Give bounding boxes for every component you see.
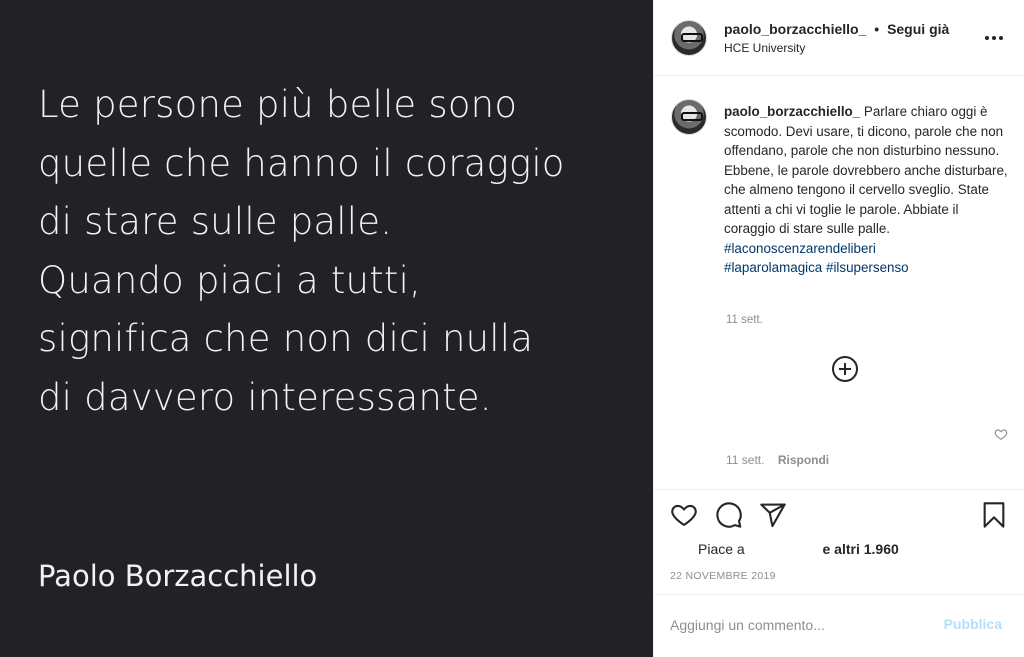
quote-line: significa che non dici nulla bbox=[38, 317, 534, 360]
comment-like-heart-icon[interactable] bbox=[994, 427, 1008, 441]
hashtag-link[interactable]: #ilsupersenso bbox=[826, 260, 909, 275]
caption-text: Parlare chiaro oggi è scomodo. Devi usar… bbox=[724, 104, 1008, 236]
post-date[interactable]: 22 NOVEMBRE 2019 bbox=[670, 570, 776, 582]
post-actions: Piace a e altri 1.960 22 NOVEMBRE 2019 bbox=[654, 489, 1024, 594]
following-button[interactable]: Segui già bbox=[887, 21, 949, 37]
publish-button[interactable]: Pubblica bbox=[944, 616, 1002, 632]
comment-time[interactable]: 11 sett. bbox=[726, 453, 764, 467]
avatar[interactable] bbox=[671, 99, 707, 135]
quote-line: di davvero interessante. bbox=[38, 375, 492, 419]
comment-input[interactable] bbox=[670, 613, 930, 637]
header-username-link[interactable]: paolo_borzacchiello_ bbox=[724, 21, 866, 37]
more-horizontal-icon[interactable] bbox=[984, 28, 1004, 48]
location-link[interactable]: HCE University bbox=[724, 41, 805, 55]
separator-dot: • bbox=[874, 21, 880, 37]
quote-line: Le persone più belle sono bbox=[38, 83, 518, 126]
likes-summary[interactable]: Piace a e altri 1.960 bbox=[698, 541, 899, 557]
post-sidebar: paolo_borzacchiello_ • Segui già HCE Uni… bbox=[653, 0, 1024, 657]
hashtag-link[interactable]: #laconoscenzarendeliberi bbox=[724, 241, 876, 256]
avatar[interactable] bbox=[671, 20, 707, 56]
comment-meta: 11 sett. Rispondi bbox=[726, 453, 829, 467]
caption: paolo_borzacchiello_ Parlare chiaro oggi… bbox=[724, 102, 1009, 278]
redacted-username bbox=[751, 543, 817, 557]
reply-button[interactable]: Rispondi bbox=[778, 453, 829, 467]
post-image[interactable]: Le persone più belle sono quelle che han… bbox=[0, 0, 653, 657]
post-header: paolo_borzacchiello_ • Segui già HCE Uni… bbox=[654, 0, 1024, 76]
likes-count[interactable]: e altri 1.960 bbox=[822, 541, 898, 557]
comment-icon[interactable] bbox=[715, 501, 743, 529]
quote-line: quelle che hanno il coraggio bbox=[38, 141, 565, 185]
quote-line: Quando piaci a tutti, bbox=[38, 258, 422, 302]
likes-prefix: Piace a bbox=[698, 541, 745, 557]
share-icon[interactable] bbox=[759, 501, 787, 529]
heart-icon[interactable] bbox=[670, 501, 698, 529]
bookmark-icon[interactable] bbox=[980, 501, 1008, 529]
quote-line: di stare sulle palle. bbox=[38, 200, 393, 243]
comment-box: Pubblica bbox=[654, 594, 1024, 657]
header-user-line: paolo_borzacchiello_ • Segui già bbox=[724, 21, 949, 37]
caption-time[interactable]: 11 sett. bbox=[726, 314, 763, 326]
comments-area: paolo_borzacchiello_ Parlare chiaro oggi… bbox=[654, 77, 1024, 489]
quote-author: Paolo Borzacchiello bbox=[38, 559, 318, 593]
caption-username-link[interactable]: paolo_borzacchiello_ bbox=[724, 104, 860, 119]
load-more-comments-icon[interactable] bbox=[832, 356, 858, 382]
hashtag-link[interactable]: #laparolamagica bbox=[724, 260, 822, 275]
quote-text: Le persone più belle sono quelle che han… bbox=[38, 76, 638, 427]
